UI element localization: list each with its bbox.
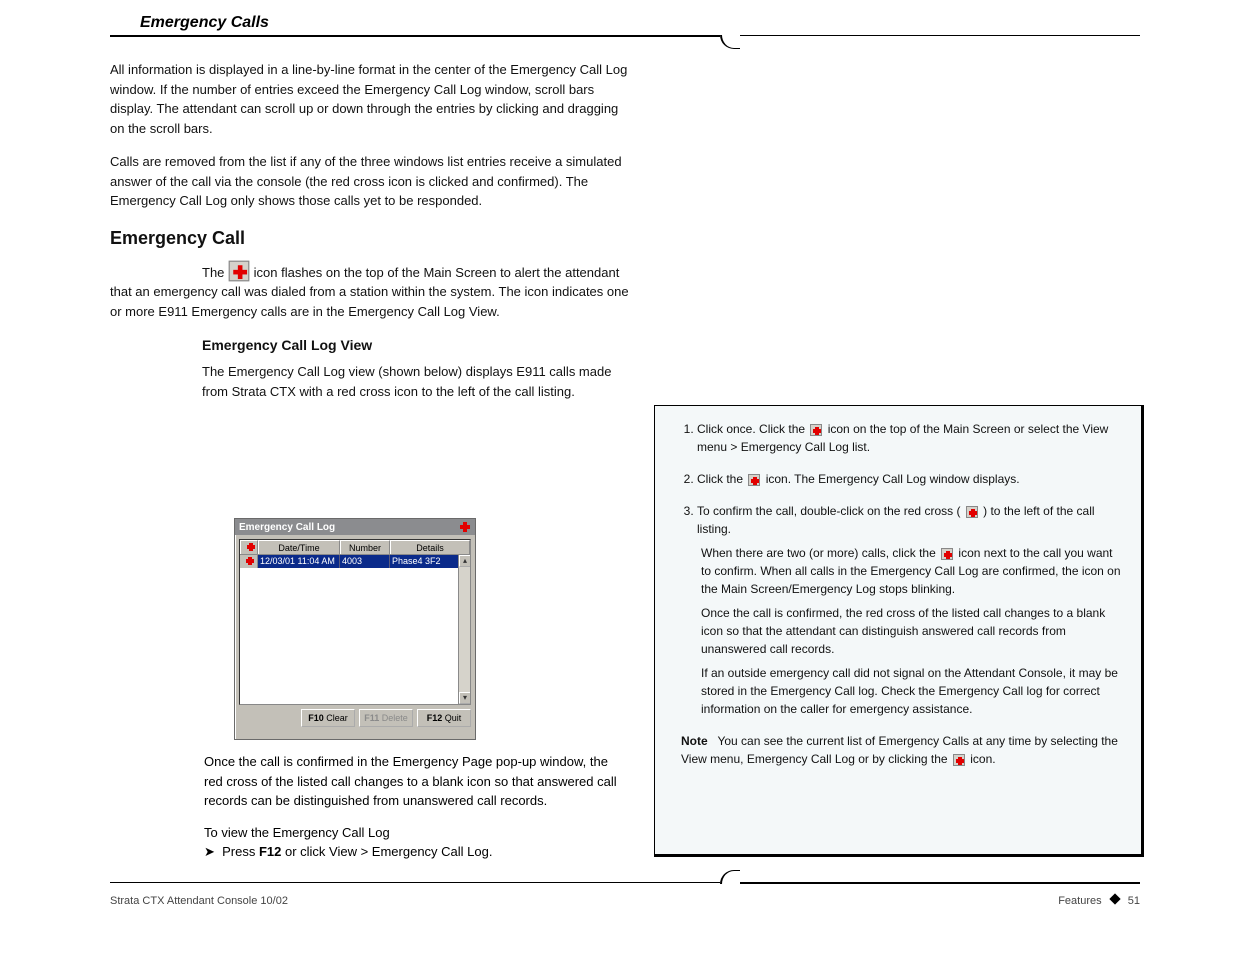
header-rule-curve: [720, 35, 740, 49]
step2-a: Click the: [697, 472, 746, 486]
step3-sub1: When there are two (or more) calls, clic…: [701, 544, 1123, 598]
row-icon-cell[interactable]: [240, 555, 258, 568]
scroll-up-button[interactable]: ▴: [459, 555, 471, 567]
note-label: Note: [681, 734, 708, 748]
ecl-titlebar[interactable]: Emergency Call Log: [235, 519, 475, 535]
heading-ecl-view: Emergency Call Log View: [202, 335, 630, 356]
intro-paragraph-2: Calls are removed from the list if any o…: [110, 152, 630, 211]
left-column: All information is displayed in a line-b…: [110, 60, 630, 415]
emcall-text-a: The: [202, 265, 228, 280]
step1-a: Click once. Click the: [697, 422, 808, 436]
footer-rule-curve: [720, 870, 740, 884]
clear-label: Clear: [324, 713, 348, 723]
note-body-b: icon.: [970, 752, 995, 766]
step-1: Click once. Click the icon on the top of…: [697, 420, 1123, 456]
below-fig-p1: Once the call is confirmed in the Emerge…: [204, 752, 624, 811]
scroll-down-button[interactable]: ▾: [459, 692, 471, 704]
footer-right: Features 51: [1058, 895, 1140, 907]
footer-rule-right: [740, 882, 1140, 884]
below-fig-p2-rest: or click View > Emergency Call Log.: [281, 844, 492, 859]
header-rule-left: [110, 35, 720, 37]
step2-b: icon. The Emergency Call Log window disp…: [766, 472, 1020, 486]
ecl-col-number[interactable]: Number: [340, 540, 390, 554]
ecl-col-details[interactable]: Details: [390, 540, 470, 554]
page-title: Emergency Calls: [140, 14, 269, 32]
below-figure-text: Once the call is confirmed in the Emerge…: [204, 752, 624, 874]
ecl-table: Date/Time Number Details 12/03/01 11:04 …: [239, 539, 471, 705]
delete-key: F11: [364, 713, 379, 723]
ecl-col-icon[interactable]: [240, 540, 258, 554]
cross-icon: [748, 474, 760, 486]
step3-sub-a: When there are two (or more) calls, clic…: [701, 546, 939, 560]
scrollbar[interactable]: ▴ ▾: [458, 555, 470, 704]
footer-left: Strata CTX Attendant Console 10/02: [110, 895, 288, 907]
cross-icon: [229, 260, 250, 281]
table-row[interactable]: 12/03/01 11:04 AM 4003 Phase4 3F2: [240, 555, 470, 568]
heading-emergency-call: Emergency Call: [110, 225, 630, 252]
clear-key: F10: [308, 713, 324, 723]
step3-sub3: If an outside emergency call did not sig…: [701, 664, 1123, 718]
footer-rule-left: [110, 882, 720, 883]
cross-icon: [941, 548, 953, 560]
emergency-call-paragraph: The icon flashes on the top of the Main …: [110, 262, 630, 322]
clear-button[interactable]: F10 Clear: [301, 709, 355, 727]
footer-right-label: Features: [1058, 895, 1101, 907]
cross-icon: [966, 506, 978, 518]
delete-label: Delete: [379, 713, 408, 723]
quit-key: F12: [427, 713, 443, 723]
row-number: 4003: [340, 555, 390, 568]
emergency-call-log-window: Emergency Call Log Date/Time Number Deta…: [234, 518, 476, 740]
ecl-button-row: F10 Clear F11 Delete F12 Quit: [239, 705, 471, 727]
ecl-view-paragraph: The Emergency Call Log view (shown below…: [202, 362, 630, 401]
step-2: Click the icon. The Emergency Call Log w…: [697, 470, 1123, 488]
header-rule-right: [740, 35, 1140, 36]
diamond-icon: [1109, 893, 1120, 904]
ecl-title-text: Emergency Call Log: [239, 522, 335, 533]
row-date: 12/03/01 11:04 AM: [258, 555, 340, 568]
cross-icon: [459, 521, 471, 533]
note: Note You can see the current list of Eme…: [681, 732, 1123, 768]
step3-sub2: Once the call is confirmed, the red cros…: [701, 604, 1123, 658]
delete-button: F11 Delete: [359, 709, 413, 727]
step-box: Click once. Click the icon on the top of…: [654, 405, 1144, 857]
cross-icon: [810, 424, 822, 436]
cross-icon: [244, 555, 256, 567]
step-3: To confirm the call, double-click on the…: [697, 502, 1123, 718]
f12-key: F12: [259, 844, 281, 859]
quit-label: Quit: [442, 713, 461, 723]
quit-button[interactable]: F12 Quit: [417, 709, 471, 727]
step3-a: To confirm the call, double-click on the…: [697, 504, 960, 518]
heading-to-view: To view the Emergency Call Log: [204, 823, 624, 843]
intro-paragraph-1: All information is displayed in a line-b…: [110, 60, 630, 138]
cross-icon: [953, 754, 965, 766]
ecl-col-datetime[interactable]: Date/Time: [258, 540, 340, 554]
below-fig-p2: ➤ Press F12 or click View > Emergency Ca…: [204, 842, 624, 862]
footer-page-number: 51: [1128, 895, 1140, 907]
cross-icon: [245, 541, 257, 553]
note-body-a: You can see the current list of Emergenc…: [681, 734, 1118, 766]
ecl-table-header-row: Date/Time Number Details: [240, 540, 470, 555]
